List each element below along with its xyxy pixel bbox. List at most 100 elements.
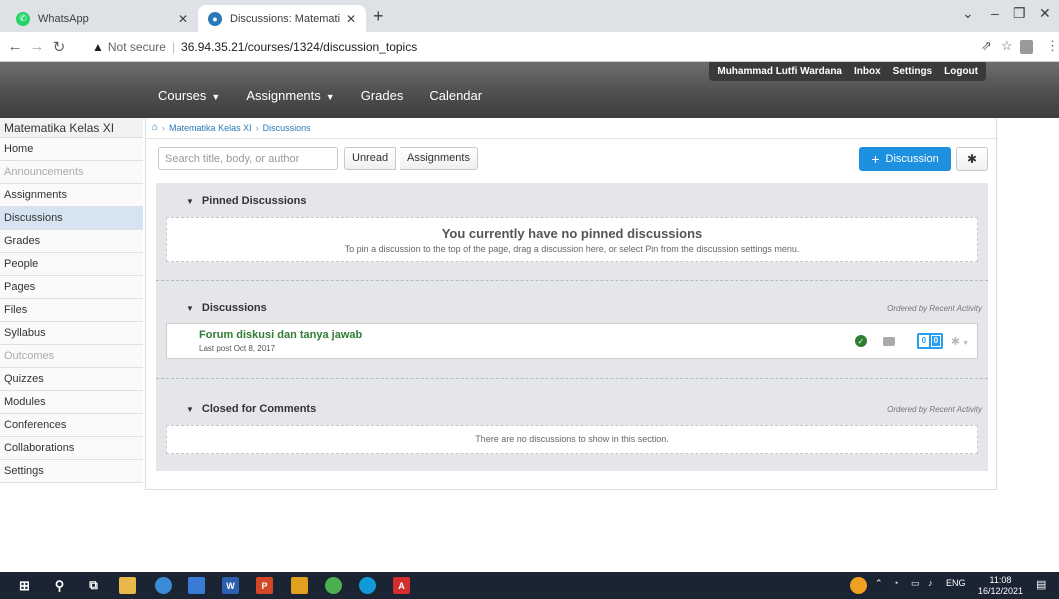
menu-icon[interactable]: ⋮ xyxy=(1046,38,1059,54)
tray-app-icon[interactable] xyxy=(850,577,867,594)
edge-icon[interactable] xyxy=(359,577,376,594)
discussion-settings-menu[interactable]: ✱ ▼ xyxy=(951,335,969,348)
browser-tabstrip: ✆ WhatsApp ✕ ● Discussions: Matematika W… xyxy=(0,0,1059,32)
closed-toggle[interactable]: ▼ Closed for Comments xyxy=(186,403,316,415)
tab-title: WhatsApp xyxy=(38,12,89,25)
language-indicator[interactable]: ENG xyxy=(946,578,966,588)
address-bar[interactable]: ▲ Not secure | 36.94.35.21/courses/1324/… xyxy=(92,36,417,58)
published-check-icon[interactable]: ✓ xyxy=(854,335,867,347)
clock-time: 11:08 xyxy=(989,575,1012,585)
settings-link[interactable]: Settings xyxy=(893,66,932,77)
add-discussion-label: Discussion xyxy=(885,153,939,165)
sidebar-item-assignments[interactable]: Assignments xyxy=(0,184,143,207)
nav-courses[interactable]: Courses ▼ xyxy=(158,88,220,103)
add-discussion-button[interactable]: + Discussion xyxy=(859,147,951,171)
user-bar: Muhammad Lutfi Wardana Inbox Settings Lo… xyxy=(709,62,986,81)
settings-gear-button[interactable]: ✱ xyxy=(956,147,988,171)
sidebar-item-modules[interactable]: Modules xyxy=(0,391,143,414)
lms-header: Muhammad Lutfi Wardana Inbox Settings Lo… xyxy=(0,62,1059,118)
network-icon[interactable]: ◔ xyxy=(893,578,898,588)
window-close-icon[interactable]: ✕ xyxy=(1039,5,1051,22)
forward-icon[interactable]: → xyxy=(26,38,48,55)
acrobat-icon[interactable]: A xyxy=(393,577,410,594)
restore-icon[interactable]: ❐ xyxy=(1013,5,1026,22)
notification-icon[interactable]: ▤ xyxy=(1036,578,1046,591)
discussions-toggle[interactable]: ▼ Discussions xyxy=(186,302,267,314)
new-tab-icon[interactable]: + xyxy=(373,6,384,27)
pinned-toggle[interactable]: ▼ Pinned Discussions xyxy=(186,195,306,207)
nav-grades[interactable]: Grades xyxy=(361,88,404,103)
main-nav: Courses ▼ Assignments ▼ Grades Calendar xyxy=(158,88,508,103)
url-separator: | xyxy=(171,40,176,54)
plus-icon: + xyxy=(871,151,880,167)
tab-discussions[interactable]: ● Discussions: Matematika Wajib X ✕ xyxy=(198,5,366,32)
sidebar-item-pages[interactable]: Pages xyxy=(0,276,143,299)
closed-empty-box: There are no discussions to show in this… xyxy=(166,425,978,454)
closed-order-label: Ordered by Recent Activity xyxy=(887,405,982,414)
sidebar-item-syllabus[interactable]: Syllabus xyxy=(0,322,143,345)
system-clock[interactable]: 11:08 16/12/2021 xyxy=(978,575,1023,597)
chrome-icon[interactable] xyxy=(325,577,342,594)
unread-count-badge: 0 0 xyxy=(916,333,943,349)
profile-avatar[interactable] xyxy=(1020,40,1033,54)
bookmark-star-icon[interactable]: ☆ xyxy=(1001,38,1013,54)
nav-assignments[interactable]: Assignments ▼ xyxy=(246,88,334,103)
course-title[interactable]: Matematika Kelas XI xyxy=(0,118,143,138)
sidebar-item-grades[interactable]: Grades xyxy=(0,230,143,253)
file-explorer-icon[interactable] xyxy=(119,577,136,594)
close-tab-icon[interactable]: ✕ xyxy=(178,12,188,26)
sidebar-item-collaborations[interactable]: Collaborations xyxy=(0,437,143,460)
close-tab-icon[interactable]: ✕ xyxy=(346,12,356,26)
sidebar-item-announcements[interactable]: Announcements xyxy=(0,161,143,184)
reload-icon[interactable]: ↻ xyxy=(48,38,70,56)
pinned-empty-title: You currently have no pinned discussions xyxy=(441,226,703,241)
sidebar-item-files[interactable]: Files xyxy=(0,299,143,322)
home-icon[interactable]: ⌂ xyxy=(152,122,158,133)
app-icon[interactable] xyxy=(155,577,172,594)
breadcrumb-course[interactable]: Matematika Kelas XI xyxy=(169,123,252,133)
discussion-row[interactable]: Forum diskusi dan tanya jawab Last post … xyxy=(166,323,978,359)
windows-taskbar: ⊞ ⚲ ⧉ W P A ⌃ ◔ ▭ ♪ ENG 11:08 16/12/2021… xyxy=(0,572,1059,599)
closed-empty-message: There are no discussions to show in this… xyxy=(475,434,669,444)
logout-link[interactable]: Logout xyxy=(944,66,978,77)
sidebar-item-conferences[interactable]: Conferences xyxy=(0,414,143,437)
assignments-filter-button[interactable]: Assignments xyxy=(400,147,478,170)
sidebar-item-settings[interactable]: Settings xyxy=(0,460,143,483)
discussions-order-label: Ordered by Recent Activity xyxy=(887,304,982,313)
sidebar-item-discussions[interactable]: Discussions xyxy=(0,207,143,230)
minimize-icon[interactable]: – xyxy=(991,5,999,21)
share-icon[interactable]: ⇗ xyxy=(981,38,992,54)
back-icon[interactable]: ← xyxy=(4,38,26,55)
gear-icon: ✱ xyxy=(950,335,961,348)
nav-assignments-label: Assignments xyxy=(246,88,321,103)
inbox-link[interactable]: Inbox xyxy=(854,66,881,77)
chevron-down-icon: ▼ xyxy=(962,339,969,347)
sidebar-item-people[interactable]: People xyxy=(0,253,143,276)
tab-search-icon[interactable]: ⌄ xyxy=(962,5,974,22)
windows-start-icon[interactable]: ⊞ xyxy=(16,577,33,594)
chevron-down-icon: ▼ xyxy=(325,92,335,102)
chevron-up-icon[interactable]: ⌃ xyxy=(875,578,883,589)
task-view-icon[interactable]: ⧉ xyxy=(85,577,102,594)
breadcrumb-discussions[interactable]: Discussions xyxy=(263,123,311,133)
breadcrumb-separator: › xyxy=(255,122,259,133)
app-icon[interactable] xyxy=(188,577,205,594)
search-icon[interactable]: ⚲ xyxy=(51,577,68,594)
sidebar-item-home[interactable]: Home xyxy=(0,138,143,161)
powerpoint-icon[interactable]: P xyxy=(256,577,273,594)
unread-count: 0 xyxy=(930,335,941,347)
unread-filter-button[interactable]: Unread xyxy=(344,147,397,170)
word-icon[interactable]: W xyxy=(222,577,239,594)
app-icon[interactable] xyxy=(291,577,308,594)
search-input[interactable] xyxy=(158,147,338,170)
sidebar-item-quizzes[interactable]: Quizzes xyxy=(0,368,143,391)
discussion-title-link[interactable]: Forum diskusi dan tanya jawab xyxy=(199,329,362,341)
volume-icon[interactable]: ♪ xyxy=(928,578,933,588)
nav-calendar[interactable]: Calendar xyxy=(429,88,482,103)
closed-title: Closed for Comments xyxy=(201,403,317,415)
sidebar-item-outcomes[interactable]: Outcomes xyxy=(0,345,143,368)
battery-icon[interactable]: ▭ xyxy=(911,578,920,589)
user-name-link[interactable]: Muhammad Lutfi Wardana xyxy=(717,66,842,77)
discussions-panel: ▼ Discussions Ordered by Recent Activity… xyxy=(156,286,988,383)
tab-whatsapp[interactable]: ✆ WhatsApp ✕ xyxy=(6,5,198,32)
